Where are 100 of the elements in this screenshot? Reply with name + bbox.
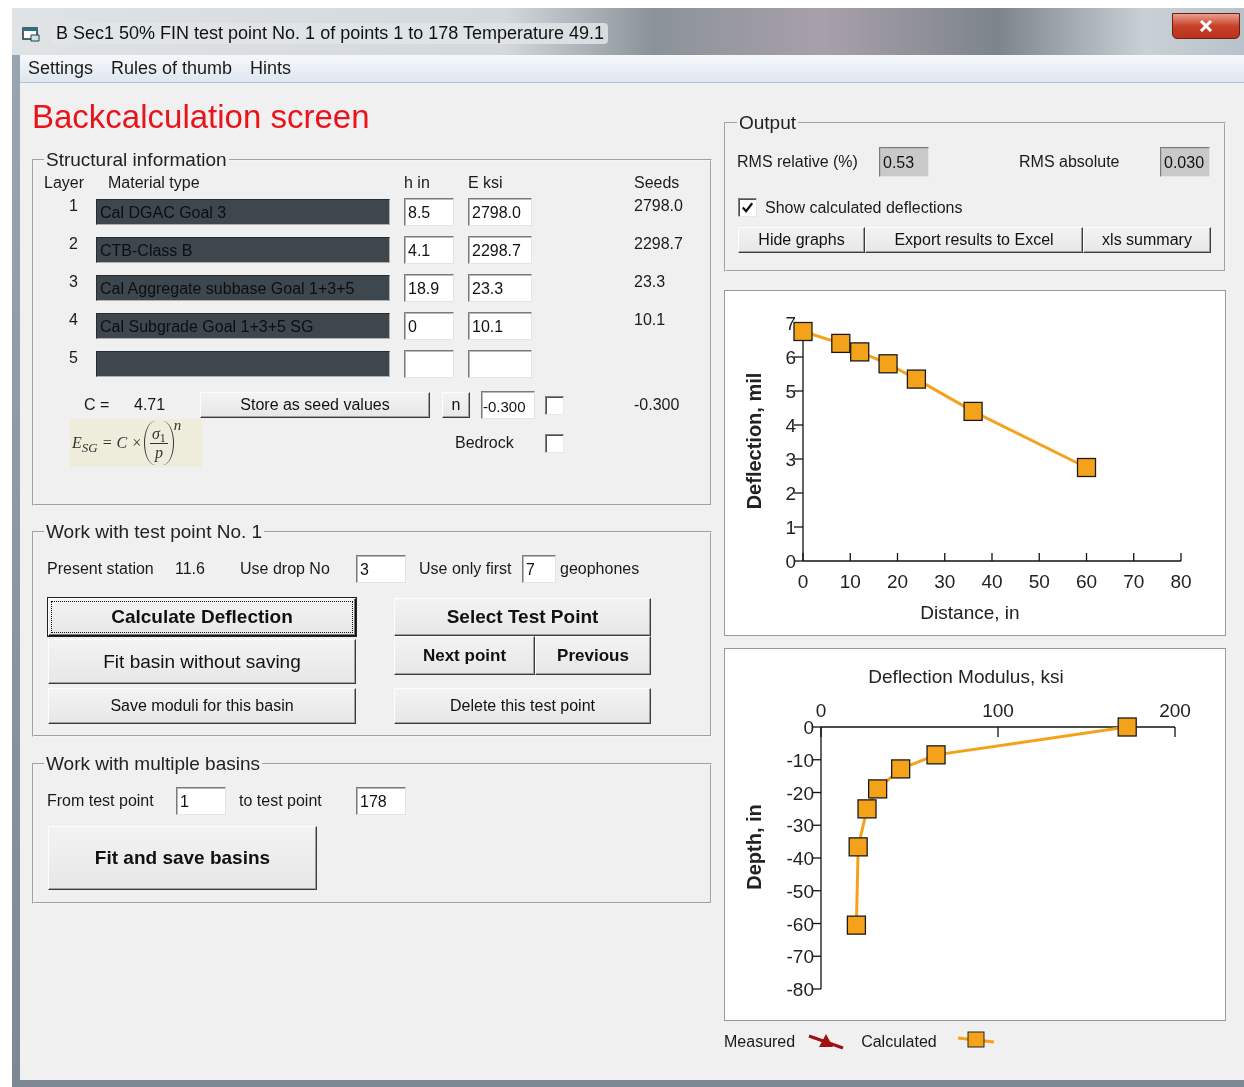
delete-point-button[interactable]: Delete this test point — [394, 688, 651, 724]
tick-label: 50 — [1028, 571, 1050, 592]
screen-heading: Backcalculation screen — [32, 97, 370, 137]
geophones-label: geophones — [560, 560, 641, 578]
data-marker — [857, 799, 877, 819]
tick-label: 200 — [1159, 700, 1191, 721]
input-field[interactable]: 3 — [356, 555, 406, 583]
data-marker — [1117, 717, 1137, 737]
fit-save-button[interactable]: Fit and save basins — [48, 826, 317, 890]
seed-value: 2798.0 — [634, 197, 684, 215]
to-label: to test point — [239, 792, 323, 810]
tick-label: -60 — [786, 913, 814, 935]
menu-item[interactable]: Rules of thumb — [111, 58, 233, 79]
from-label: From test point — [47, 792, 155, 810]
tick-label: 80 — [1170, 571, 1192, 592]
summary-button[interactable]: xls summary — [1083, 227, 1211, 253]
store-seed-button[interactable]: Store as seed values — [200, 392, 430, 418]
legend-label: Measured — [724, 1033, 796, 1051]
chart-title: Deflection Modulus, ksi — [868, 666, 1064, 687]
tick-label: 40 — [981, 571, 1003, 592]
axis-title: Deflection, mil — [743, 372, 765, 510]
tick-label: 3 — [785, 449, 796, 470]
next-point-button[interactable]: Next point — [394, 636, 535, 675]
input-field[interactable]: 8.5 — [404, 198, 454, 226]
tick-label: 1 — [785, 517, 796, 538]
geophones-label: Use only first — [419, 560, 513, 578]
input-field[interactable]: 0 — [404, 312, 454, 340]
export-button[interactable]: Export results to Excel — [865, 227, 1083, 253]
input-field[interactable]: 7 — [522, 555, 556, 583]
station-value: 11.6 — [175, 560, 206, 578]
fit-basin-button[interactable]: Fit basin without saving — [48, 639, 356, 684]
axis-title: Distance, in — [920, 602, 1020, 623]
tick-label: 6 — [785, 347, 796, 368]
input-field[interactable]: -0.300 — [481, 391, 535, 419]
input-field[interactable]: 10.1 — [468, 312, 532, 340]
menu-item[interactable]: Hints — [250, 58, 292, 79]
column-header: Material type — [107, 174, 201, 192]
input-field[interactable]: 1 — [176, 787, 226, 815]
input-field[interactable]: 0.53 — [879, 147, 929, 177]
data-marker — [831, 333, 851, 354]
rms-relative-label: RMS relative (%) — [737, 153, 859, 171]
input-field[interactable]: 0.030 — [1160, 147, 1210, 177]
tick-label: 0 — [785, 551, 796, 572]
column-header: h in — [404, 174, 431, 192]
tick-label: 100 — [982, 700, 1014, 721]
data-marker — [878, 354, 898, 374]
bedrock-label: Bedrock — [455, 434, 515, 452]
tick-label: 10 — [839, 571, 861, 592]
input-field[interactable]: 2298.7 — [468, 236, 532, 264]
tick-label: 30 — [934, 571, 956, 592]
n-button[interactable]: n — [442, 392, 470, 418]
data-marker — [891, 759, 911, 779]
input-field[interactable]: 23.3 — [468, 274, 532, 302]
layer-number: 4 — [68, 311, 79, 329]
checkbox[interactable] — [545, 433, 564, 453]
close-icon — [1199, 19, 1213, 32]
checkbox[interactable] — [738, 198, 757, 217]
axis-title: Depth, in — [743, 804, 765, 890]
tick-label: -20 — [786, 782, 814, 804]
tick-label: 0 — [803, 717, 814, 738]
seed-value: 10.1 — [634, 311, 667, 329]
data-marker — [1076, 457, 1097, 478]
drop-label: Use drop No — [240, 560, 331, 578]
checkbox-label: Show calculated deflections — [765, 198, 963, 217]
column-header: Seeds — [634, 174, 681, 192]
select-point-button[interactable]: Select Test Point — [394, 598, 651, 636]
input-field[interactable]: 4.1 — [404, 236, 454, 264]
calculate-button[interactable]: Calculate Deflection — [48, 598, 356, 636]
tick-label: -70 — [786, 946, 814, 968]
input-field[interactable]: 2798.0 — [468, 198, 532, 226]
menu-item[interactable]: Settings — [28, 58, 94, 79]
seed-value: -0.300 — [634, 396, 681, 414]
layer-number: 2 — [68, 235, 79, 253]
data-marker — [846, 915, 867, 935]
group-title: Output — [738, 112, 798, 134]
tick-label: 5 — [785, 381, 796, 402]
close-button[interactable] — [1172, 12, 1240, 39]
tick-label: -30 — [786, 815, 814, 837]
layer-number: 5 — [68, 349, 79, 367]
hide-graphs-button[interactable]: Hide graphs — [738, 227, 865, 253]
input-field[interactable] — [96, 351, 390, 377]
tick-label: 0 — [815, 700, 827, 721]
tick-label: -40 — [786, 848, 814, 869]
previous-button[interactable]: Previous — [535, 636, 651, 675]
c-value: 4.71 — [134, 396, 167, 414]
input-field[interactable] — [404, 350, 454, 378]
tick-label: -80 — [786, 979, 814, 1000]
checkbox[interactable] — [545, 395, 564, 415]
save-moduli-button[interactable]: Save moduli for this basin — [48, 688, 356, 724]
data-marker — [906, 369, 927, 389]
station-label: Present station — [47, 560, 155, 578]
column-header: Layer — [44, 174, 86, 192]
input-field[interactable] — [468, 350, 532, 378]
input-field[interactable]: 18.9 — [404, 274, 454, 302]
input-field[interactable]: 178 — [356, 787, 406, 815]
window-icon — [22, 25, 40, 42]
group-title: Structural information — [45, 149, 228, 171]
data-marker — [848, 837, 868, 857]
data-marker — [868, 779, 888, 799]
seed-value: 2298.7 — [634, 235, 684, 253]
